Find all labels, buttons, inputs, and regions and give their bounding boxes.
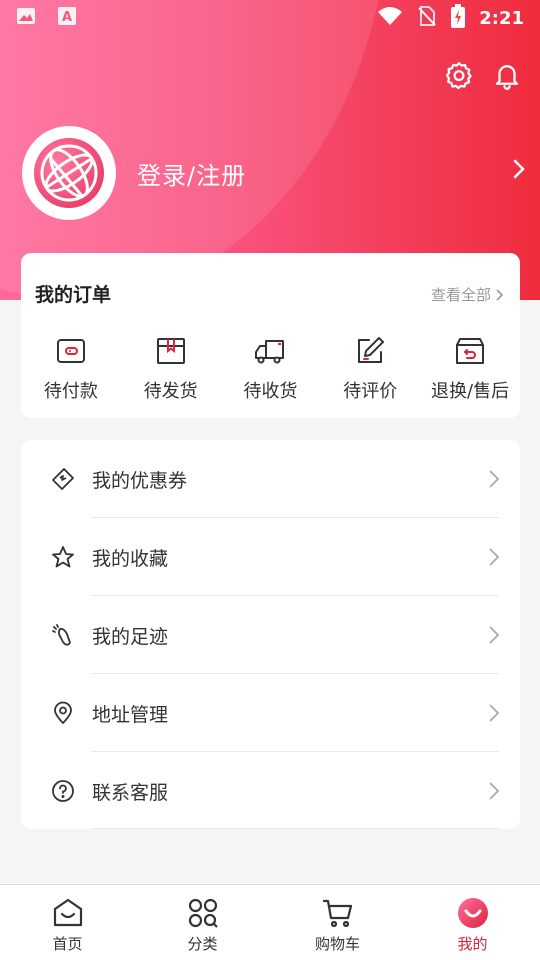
order-item-label: 待评价	[343, 381, 398, 402]
chevron-right-icon	[489, 548, 500, 566]
home-icon	[53, 898, 82, 927]
location-icon	[54, 701, 72, 724]
help-icon	[52, 780, 74, 802]
status-bar: A 2:21	[0, 0, 540, 36]
order-item-label: 退换/售后	[431, 381, 510, 402]
menu-item-label: 联系客服	[92, 781, 169, 804]
menu-item-label: 我的足迹	[92, 625, 169, 648]
view-all-label: 查看全部	[430, 286, 491, 304]
header-actions	[442, 58, 524, 92]
menu-item-label: 我的优惠券	[92, 469, 188, 492]
orders-title: 我的订单	[35, 284, 112, 306]
image-icon	[16, 6, 36, 30]
chevron-right-icon	[489, 782, 500, 800]
chevron-right-icon	[489, 470, 500, 488]
settings-icon	[445, 62, 472, 90]
package-icon	[156, 338, 185, 364]
order-returns[interactable]: 退换/售后	[420, 335, 520, 403]
tab-label: 购物车	[314, 935, 360, 953]
settings-button[interactable]	[442, 58, 476, 92]
order-pending-review[interactable]: 待评价	[320, 335, 420, 403]
orders-card: 我的订单 查看全部 待付款 待发货 待收货 待评价 退换/售后	[21, 253, 520, 418]
tab-category[interactable]: 分类	[135, 885, 270, 960]
wallet-icon	[56, 339, 85, 363]
avatar[interactable]	[22, 126, 116, 220]
order-item-label: 待付款	[43, 381, 98, 402]
footprint-icon	[52, 624, 71, 646]
truck-icon	[255, 340, 285, 364]
order-item-label: 待收货	[243, 381, 298, 402]
chevron-right-icon	[496, 288, 504, 301]
svg-text:A: A	[62, 10, 72, 25]
return-box-icon	[456, 338, 485, 364]
tab-label: 我的	[457, 935, 488, 953]
tab-label: 首页	[52, 935, 83, 953]
menu-card: 我的优惠券 我的收藏 我的足迹 地址管理 联系客服	[21, 440, 520, 829]
notifications-button[interactable]	[490, 58, 524, 92]
menu-item-customer-service[interactable]: 联系客服	[21, 752, 520, 830]
chevron-right-icon	[489, 626, 500, 644]
order-status-list: 待付款 待发货 待收货 待评价 退换/售后	[21, 335, 520, 403]
order-pending-shipment[interactable]: 待发货	[121, 335, 221, 403]
order-item-label: 待发货	[143, 381, 198, 402]
cart-icon	[322, 899, 352, 928]
order-pending-receipt[interactable]: 待收货	[221, 335, 321, 403]
bottom-tab-bar: 首页 分类 购物车 我的	[0, 884, 540, 960]
order-pending-payment[interactable]: 待付款	[21, 335, 121, 403]
tab-profile[interactable]: 我的	[405, 885, 540, 960]
menu-item-footprints[interactable]: 我的足迹	[21, 596, 520, 674]
bell-icon	[495, 65, 519, 90]
profile-icon	[457, 898, 488, 928]
star-icon	[52, 546, 74, 568]
divider	[91, 828, 499, 829]
wifi-icon	[377, 6, 403, 30]
view-all-orders-link[interactable]: 查看全部	[431, 284, 504, 305]
app-a-icon: A	[58, 6, 76, 30]
globe-icon	[34, 138, 104, 208]
menu-item-address[interactable]: 地址管理	[21, 674, 520, 752]
status-time: 2:21	[479, 7, 524, 29]
tab-label: 分类	[187, 935, 218, 953]
battery-charging-icon	[451, 4, 466, 32]
no-sim-icon	[417, 5, 437, 31]
category-icon	[188, 898, 218, 928]
menu-item-label: 地址管理	[92, 703, 169, 726]
login-chevron-icon[interactable]	[512, 158, 526, 184]
menu-item-coupons[interactable]: 我的优惠券	[21, 440, 520, 518]
menu-item-label: 我的收藏	[92, 547, 169, 570]
menu-item-favorites[interactable]: 我的收藏	[21, 518, 520, 596]
chevron-right-icon	[489, 704, 500, 722]
tab-cart[interactable]: 购物车	[270, 885, 405, 960]
tab-home[interactable]: 首页	[0, 885, 135, 960]
login-register-link[interactable]: 登录/注册	[137, 156, 246, 191]
coupon-icon	[52, 468, 74, 490]
edit-icon	[358, 337, 385, 363]
